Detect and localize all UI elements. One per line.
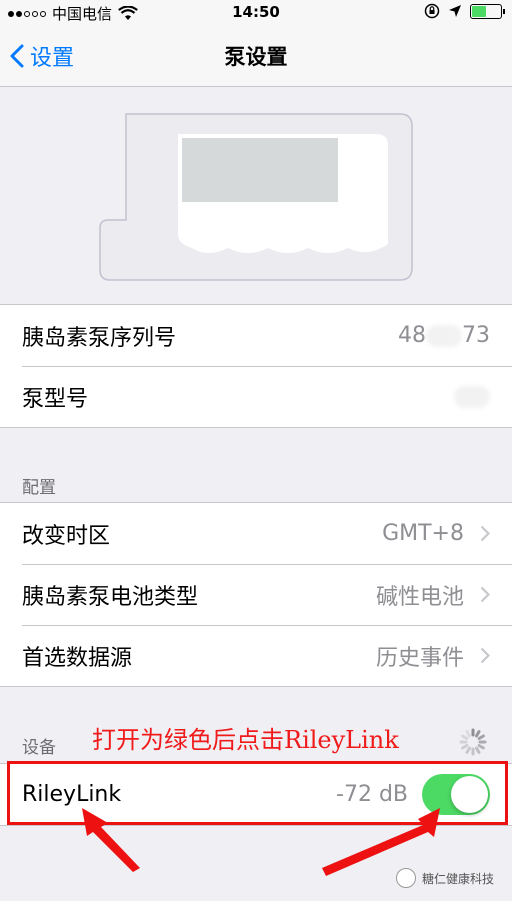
redaction-blur bbox=[454, 386, 490, 408]
config-group: 改变时区 GMT+8 胰岛素泵电池类型 碱性电池 首选数据源 历史事件 bbox=[0, 502, 512, 687]
status-right bbox=[424, 3, 505, 19]
serial-number-value: 48 73 bbox=[398, 323, 490, 348]
timezone-label: 改变时区 bbox=[22, 523, 111, 549]
battery-type-label: 胰岛素泵电池类型 bbox=[22, 584, 199, 610]
status-bar: 中国电信 14:50 bbox=[0, 0, 512, 24]
data-source-row[interactable]: 首选数据源 历史事件 bbox=[0, 625, 512, 686]
battery-type-row[interactable]: 胰岛素泵电池类型 碱性电池 bbox=[0, 564, 512, 625]
chevron-right-icon bbox=[480, 647, 490, 664]
location-arrow-icon bbox=[449, 5, 461, 17]
chevron-right-icon bbox=[480, 525, 490, 542]
navigation-bar: 设置 泵设置 bbox=[0, 24, 512, 87]
pump-illustration bbox=[99, 113, 413, 281]
annotation-highlight-box bbox=[7, 761, 508, 825]
serial-number-row: 胰岛素泵序列号 48 73 bbox=[0, 305, 512, 366]
timezone-row[interactable]: 改变时区 GMT+8 bbox=[0, 503, 512, 564]
battery-type-value: 碱性电池 bbox=[375, 584, 464, 610]
serial-number-label: 胰岛素泵序列号 bbox=[22, 325, 177, 351]
watermark: 糖仁健康科技 bbox=[395, 868, 494, 888]
data-source-label: 首选数据源 bbox=[22, 645, 133, 671]
watermark-text: 糖仁健康科技 bbox=[421, 871, 494, 886]
pump-model-row: 泵型号 bbox=[0, 366, 512, 427]
serial-suffix: 73 bbox=[462, 323, 490, 348]
pump-model-value bbox=[454, 384, 490, 409]
redaction-blur bbox=[426, 325, 462, 347]
config-section-header: 配置 bbox=[22, 478, 56, 498]
annotation-text: 打开为绿色后点击RileyLink bbox=[92, 726, 399, 754]
chevron-right-icon bbox=[480, 586, 490, 603]
loading-spinner-icon bbox=[459, 728, 487, 756]
timezone-value: GMT+8 bbox=[382, 521, 464, 546]
orientation-lock-icon bbox=[424, 3, 440, 19]
battery-icon bbox=[470, 3, 505, 19]
wechat-logo-icon bbox=[395, 868, 416, 888]
serial-prefix: 48 bbox=[398, 323, 426, 348]
pump-model-label: 泵型号 bbox=[22, 386, 89, 412]
page-title: 泵设置 bbox=[224, 45, 288, 69]
pump-info-group: 胰岛素泵序列号 48 73 泵型号 bbox=[0, 304, 512, 428]
devices-section-header: 设备 bbox=[22, 738, 56, 758]
data-source-value: 历史事件 bbox=[375, 645, 464, 671]
